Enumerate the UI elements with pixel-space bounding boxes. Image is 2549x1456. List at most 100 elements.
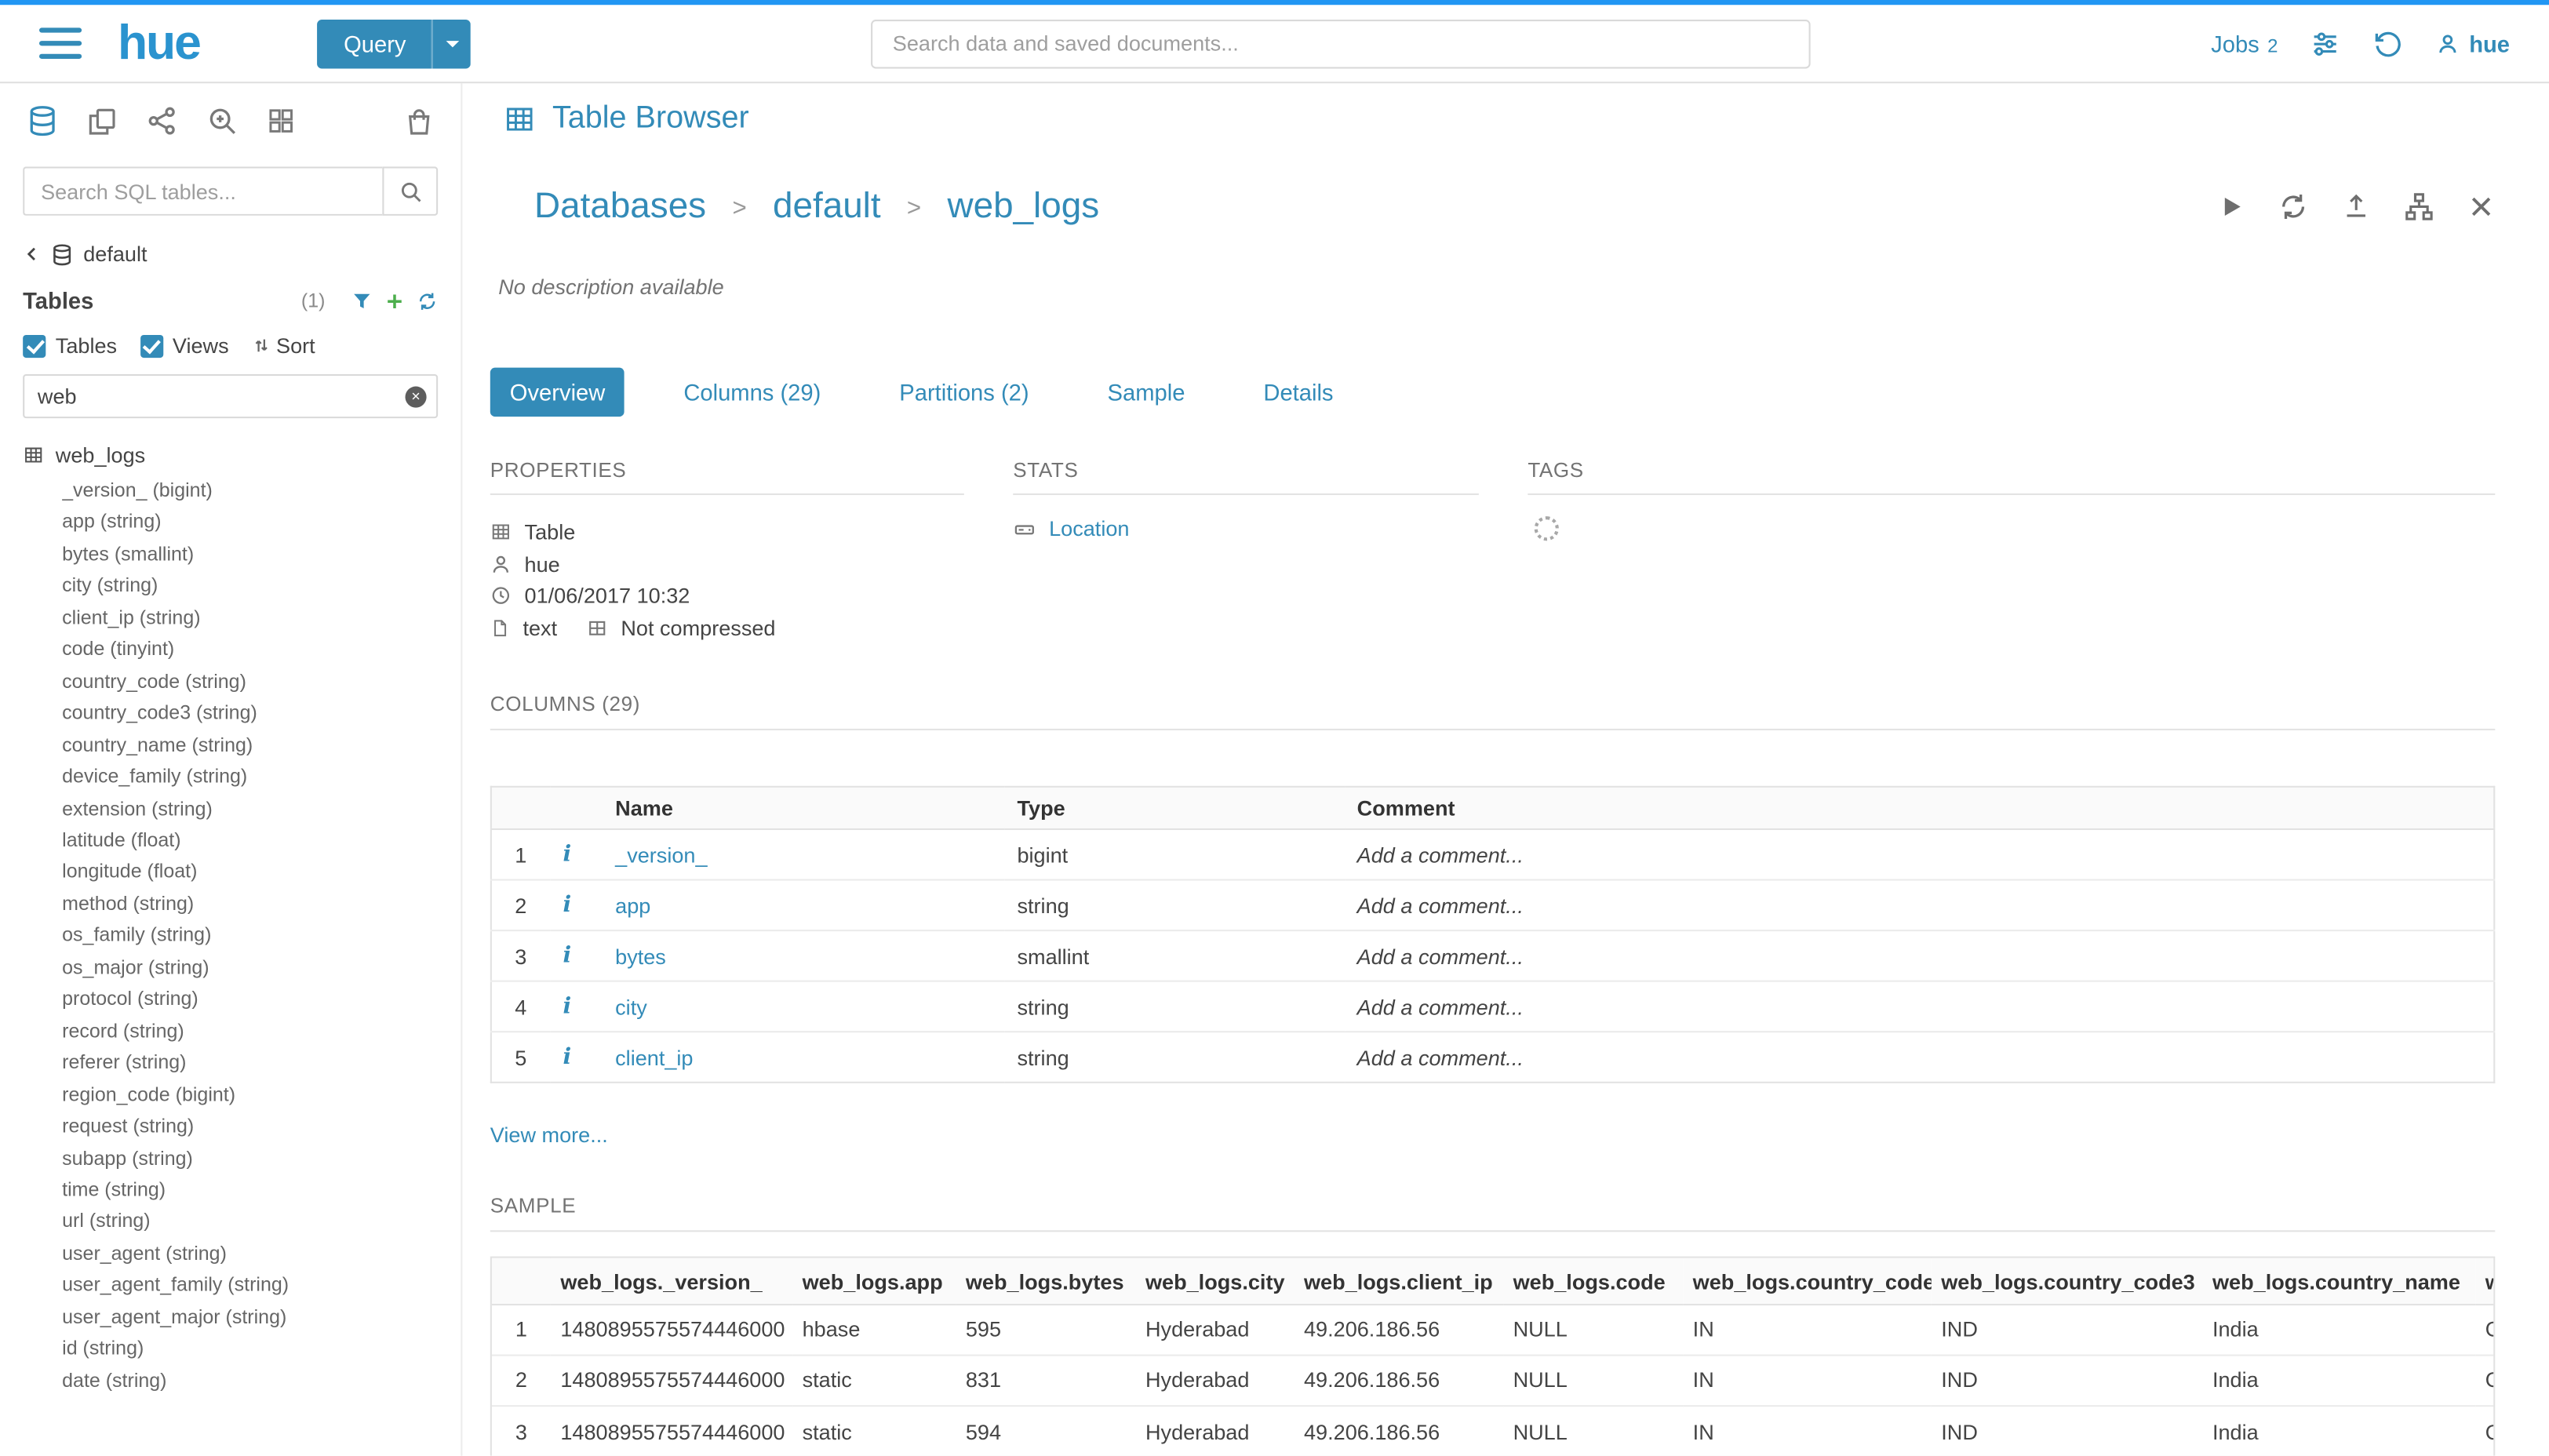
column-comment[interactable]: Add a comment...	[1344, 931, 2494, 982]
column-name-link[interactable]: app	[615, 894, 650, 918]
sitemap-icon[interactable]	[2404, 191, 2435, 222]
breadcrumb-default[interactable]: default	[773, 184, 881, 227]
sidebar-column-item[interactable]: user_agent_family (string)	[62, 1270, 444, 1302]
sidebar-column-item[interactable]: country_name (string)	[62, 730, 444, 762]
sidebar-column-item[interactable]: device_family (string)	[62, 762, 444, 794]
sidebar-search-button[interactable]	[382, 166, 438, 215]
sidebar-column-item[interactable]: time (string)	[62, 1174, 444, 1207]
tables-checkbox-label[interactable]: Tables	[56, 333, 117, 358]
sample-column-header: web_logs.device_family	[2475, 1258, 2495, 1304]
refresh-icon[interactable]	[2278, 191, 2309, 222]
tab-columns[interactable]: Columns (29)	[664, 368, 840, 417]
database-breadcrumb[interactable]: default	[0, 242, 461, 266]
column-comment[interactable]: Add a comment...	[1344, 981, 2494, 1032]
info-icon[interactable]	[563, 994, 571, 1020]
close-icon[interactable]	[2467, 192, 2495, 220]
sidebar-column-item[interactable]: os_family (string)	[62, 920, 444, 952]
info-icon[interactable]	[563, 1045, 571, 1071]
sidebar-column-item[interactable]: extension (string)	[62, 793, 444, 825]
sidebar-column-item[interactable]: referer (string)	[62, 1047, 444, 1079]
sidebar-column-item[interactable]: region_code (bigint)	[62, 1079, 444, 1112]
share-cluster-icon[interactable]	[145, 104, 178, 137]
breadcrumb-separator: >	[732, 190, 746, 223]
column-name-link[interactable]: client_ip	[615, 1046, 693, 1070]
sql-database-icon[interactable]	[26, 104, 59, 137]
breadcrumb-web-logs[interactable]: web_logs	[948, 184, 1100, 227]
sort-label: Sort	[276, 333, 315, 358]
info-icon[interactable]	[563, 943, 571, 969]
sidebar-column-item[interactable]: request (string)	[62, 1111, 444, 1143]
views-checkbox[interactable]	[140, 334, 162, 357]
sidebar-column-item[interactable]: longitude (float)	[62, 857, 444, 889]
sidebar-column-item[interactable]: city (string)	[62, 571, 444, 603]
views-checkbox-label[interactable]: Views	[173, 333, 229, 358]
sidebar-column-item[interactable]: date (string)	[62, 1365, 444, 1397]
column-name-link[interactable]: _version_	[615, 843, 707, 867]
documents-icon[interactable]	[86, 105, 118, 136]
search-zoom-icon[interactable]	[206, 104, 239, 137]
breadcrumb: Databases > default > web_logs	[534, 184, 1099, 227]
apps-grid-icon[interactable]	[266, 106, 295, 135]
sidebar-column-item[interactable]: country_code3 (string)	[62, 698, 444, 730]
sidebar-table-web-logs[interactable]: web_logs	[0, 442, 461, 467]
sample-table-row: 11480895575574446000hbase595Hyderabad49.…	[492, 1305, 2495, 1356]
sliders-settings-icon[interactable]	[2310, 28, 2340, 57]
refresh-tables-icon[interactable]	[417, 290, 438, 311]
upload-icon[interactable]	[2342, 191, 2371, 220]
query-play-icon[interactable]	[2217, 192, 2245, 220]
sidebar-column-item[interactable]: country_code (string)	[62, 666, 444, 698]
global-search-input[interactable]	[872, 19, 1812, 67]
query-button-label[interactable]: Query	[318, 19, 432, 67]
tab-overview[interactable]: Overview	[490, 368, 625, 417]
location-link[interactable]: Location	[1013, 516, 1479, 541]
tab-details[interactable]: Details	[1244, 368, 1353, 417]
history-icon[interactable]	[2372, 27, 2404, 59]
info-icon[interactable]	[563, 893, 571, 919]
info-icon[interactable]	[563, 842, 571, 868]
sidebar-column-item[interactable]: user_agent (string)	[62, 1238, 444, 1270]
column-type: bigint	[1004, 830, 1344, 881]
sidebar-column-item[interactable]: user_agent_major (string)	[62, 1301, 444, 1334]
columns-header-type: Type	[1004, 788, 1344, 830]
sidebar-column-item[interactable]: bytes (smallint)	[62, 539, 444, 571]
column-row-number: 5	[491, 1032, 550, 1083]
sidebar-column-item[interactable]: client_ip (string)	[62, 602, 444, 635]
sort-toggle[interactable]: Sort	[252, 333, 315, 358]
breadcrumb-databases[interactable]: Databases	[534, 184, 706, 227]
query-button[interactable]: Query	[318, 19, 472, 67]
column-comment[interactable]: Add a comment...	[1344, 830, 2494, 881]
sidebar-column-item[interactable]: id (string)	[62, 1334, 444, 1366]
bag-icon[interactable]	[403, 105, 435, 136]
hdd-icon	[1013, 517, 1036, 540]
sample-table-row: 21480895575574446000static831Hyderabad49…	[492, 1355, 2495, 1406]
table-filter-input[interactable]	[23, 374, 438, 418]
column-name-link[interactable]: city	[615, 995, 647, 1019]
add-table-icon[interactable]	[384, 290, 405, 311]
jobs-link[interactable]: Jobs 2	[2211, 31, 2278, 56]
hue-logo[interactable]: hue	[118, 16, 200, 71]
sidebar-column-item[interactable]: method (string)	[62, 889, 444, 921]
sidebar-column-item[interactable]: os_major (string)	[62, 952, 444, 985]
tab-partitions[interactable]: Partitions (2)	[879, 368, 1048, 417]
sidebar-column-item[interactable]: _version_ (bigint)	[62, 475, 444, 508]
sidebar-column-item[interactable]: record (string)	[62, 1016, 444, 1048]
filter-funnel-icon[interactable]	[351, 290, 373, 311]
sidebar-column-item[interactable]: protocol (string)	[62, 984, 444, 1016]
sidebar-search-input[interactable]	[23, 166, 382, 215]
query-dropdown-caret-icon[interactable]	[432, 19, 472, 67]
column-comment[interactable]: Add a comment...	[1344, 880, 2494, 931]
sidebar-column-item[interactable]: code (tinyint)	[62, 635, 444, 667]
clear-filter-icon[interactable]	[406, 386, 427, 407]
hamburger-menu-icon[interactable]	[39, 27, 82, 59]
tab-sample[interactable]: Sample	[1088, 368, 1205, 417]
column-name-link[interactable]: bytes	[615, 945, 666, 969]
tables-checkbox[interactable]	[23, 334, 46, 357]
sidebar-column-item[interactable]: url (string)	[62, 1207, 444, 1239]
column-comment[interactable]: Add a comment...	[1344, 1032, 2494, 1083]
sidebar-column-item[interactable]: latitude (float)	[62, 825, 444, 857]
user-menu[interactable]: hue	[2437, 31, 2510, 56]
sidebar-column-item[interactable]: subapp (string)	[62, 1143, 444, 1175]
view-more-link[interactable]: View more...	[490, 1123, 608, 1148]
table-description: No description available	[498, 275, 2495, 299]
sidebar-column-item[interactable]: app (string)	[62, 508, 444, 540]
